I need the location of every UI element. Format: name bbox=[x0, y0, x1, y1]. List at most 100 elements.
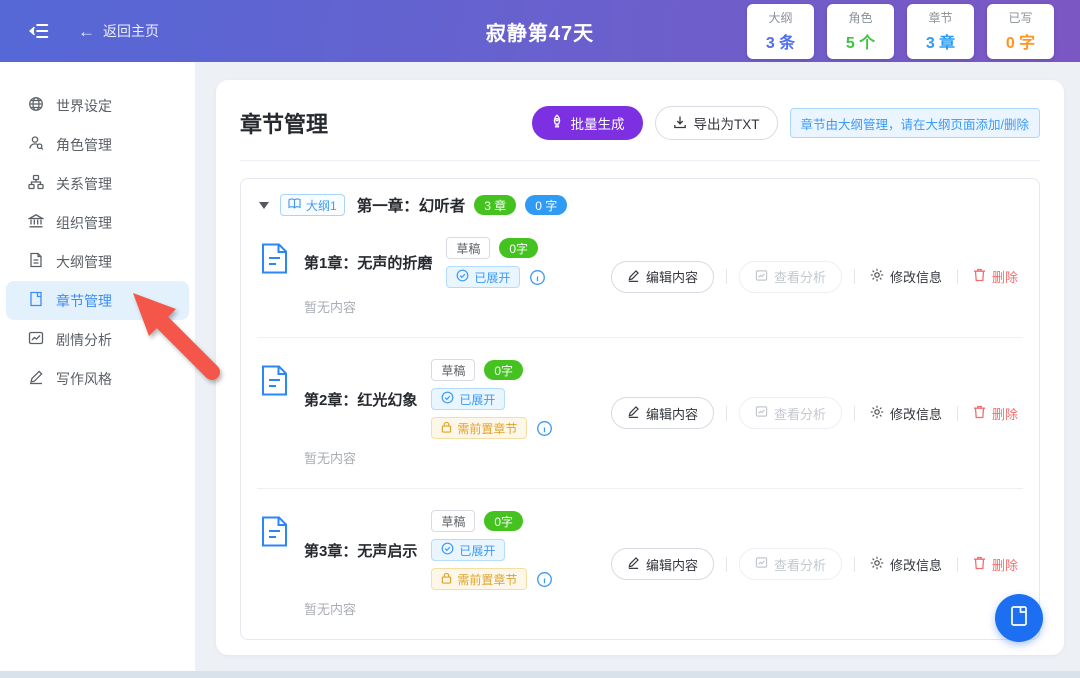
back-home-link[interactable]: ← 返回主页 bbox=[78, 21, 159, 41]
sidebar-item-plot-analysis[interactable]: 剧情分析 bbox=[6, 320, 189, 359]
info-icon[interactable] bbox=[536, 571, 553, 588]
globe-icon bbox=[28, 96, 44, 115]
modify-info-label: 修改信息 bbox=[890, 555, 942, 574]
nodes-icon bbox=[28, 174, 44, 193]
modify-info-label: 修改信息 bbox=[890, 267, 942, 286]
delete-button[interactable]: 删除 bbox=[970, 555, 1021, 574]
page-icon bbox=[28, 291, 44, 310]
stat-label: 角色 bbox=[848, 9, 872, 26]
view-analysis-button[interactable]: 查看分析 bbox=[739, 397, 842, 429]
outline-group-box: 大纲1 第一章：幻听者 3 章 0 字 第1章：无声的折磨 草稿 bbox=[240, 178, 1040, 640]
info-icon[interactable] bbox=[529, 269, 546, 286]
status-badge: 草稿 bbox=[431, 359, 475, 381]
gear-icon bbox=[870, 405, 884, 422]
word-count-pill: 0 字 bbox=[525, 195, 567, 215]
doc-fab-icon bbox=[1009, 605, 1029, 632]
chapters-managed-notice: 章节由大纲管理，请在大纲页面添加/删除 bbox=[790, 108, 1040, 138]
chapter-actions: 编辑内容 查看分析 修改信息 删除 bbox=[611, 397, 1021, 429]
status-badge: 草稿 bbox=[431, 510, 475, 532]
card-header: 章节管理 批量生成 导出为TXT 章节由大纲管理，请在大纲页面添加/删除 bbox=[240, 106, 1040, 140]
chapter-actions: 编辑内容 查看分析 修改信息 删除 bbox=[611, 261, 1021, 293]
expanded-label: 已展开 bbox=[474, 269, 510, 286]
pen-icon bbox=[627, 556, 640, 572]
chapter-actions: 编辑内容 查看分析 修改信息 删除 bbox=[611, 548, 1021, 580]
stat-card-outline: 大纲 3 条 bbox=[747, 4, 814, 59]
stat-value: 0 字 bbox=[1006, 29, 1035, 53]
modify-info-button[interactable]: 修改信息 bbox=[867, 404, 945, 423]
outline-badge-label: 大纲1 bbox=[306, 197, 337, 214]
main-content-card: 章节管理 批量生成 导出为TXT 章节由大纲管理，请在大纲页面添加/删除 大 bbox=[216, 80, 1064, 655]
sidebar-item-label: 世界设定 bbox=[56, 96, 112, 116]
outline-group-header: 大纲1 第一章：幻听者 3 章 0 字 bbox=[257, 194, 1023, 216]
export-txt-button[interactable]: 导出为TXT bbox=[655, 106, 778, 140]
trash-icon bbox=[973, 556, 986, 573]
check-circle-icon bbox=[441, 391, 454, 407]
sidebar-item-characters[interactable]: 角色管理 bbox=[6, 125, 189, 164]
trash-icon bbox=[973, 268, 986, 285]
edit-content-button[interactable]: 编辑内容 bbox=[611, 397, 714, 429]
stat-card-chapters: 章节 3 章 bbox=[907, 4, 974, 59]
chapter-row: 第3章：无声启示 草稿 0字 已展开 bbox=[257, 488, 1023, 639]
expanded-badge: 已展开 bbox=[431, 539, 505, 561]
sidebar-item-outlines[interactable]: 大纲管理 bbox=[6, 242, 189, 281]
info-icon[interactable] bbox=[536, 420, 553, 437]
check-circle-icon bbox=[441, 542, 454, 558]
chapter-title: 第2章：红光幻象 bbox=[304, 389, 417, 410]
edit-content-button[interactable]: 编辑内容 bbox=[611, 548, 714, 580]
batch-generate-button[interactable]: 批量生成 bbox=[532, 106, 643, 140]
sidebar-item-organizations[interactable]: 组织管理 bbox=[6, 203, 189, 242]
sidebar-item-label: 剧情分析 bbox=[56, 330, 112, 350]
expanded-badge: 已展开 bbox=[431, 388, 505, 410]
view-analysis-button[interactable]: 查看分析 bbox=[739, 548, 842, 580]
sidebar-item-label: 大纲管理 bbox=[56, 252, 112, 272]
chapter-doc-icon bbox=[261, 243, 288, 279]
delete-button[interactable]: 删除 bbox=[970, 267, 1021, 286]
lock-icon bbox=[441, 572, 452, 587]
wordcount-badge: 0字 bbox=[484, 511, 523, 531]
delete-button[interactable]: 删除 bbox=[970, 404, 1021, 423]
sidebar-item-writing-style[interactable]: 写作风格 bbox=[6, 359, 189, 398]
book-icon bbox=[288, 198, 301, 212]
pen-icon bbox=[627, 405, 640, 421]
edit-content-button[interactable]: 编辑内容 bbox=[611, 261, 714, 293]
sidebar-item-chapters[interactable]: 章节管理 bbox=[6, 281, 189, 320]
chapter-doc-icon bbox=[261, 516, 288, 552]
trash-icon bbox=[973, 405, 986, 422]
fold-icon[interactable] bbox=[28, 19, 52, 43]
chapter-row: 第2章：红光幻象 草稿 0字 已展开 bbox=[257, 337, 1023, 488]
edit-content-label: 编辑内容 bbox=[646, 267, 698, 286]
divider bbox=[854, 406, 855, 421]
view-analysis-label: 查看分析 bbox=[774, 555, 826, 574]
back-home-label: 返回主页 bbox=[103, 21, 159, 41]
status-badge: 草稿 bbox=[446, 237, 490, 259]
check-circle-icon bbox=[456, 269, 469, 285]
outline-badge: 大纲1 bbox=[280, 194, 345, 216]
person-icon bbox=[28, 135, 44, 154]
view-analysis-button[interactable]: 查看分析 bbox=[739, 261, 842, 293]
stats-row: 大纲 3 条 角色 5 个 章节 3 章 已写 0 字 bbox=[747, 4, 1054, 59]
wordcount-badge: 0字 bbox=[499, 238, 538, 258]
chart-icon bbox=[28, 330, 44, 349]
sidebar-item-relations[interactable]: 关系管理 bbox=[6, 164, 189, 203]
document-icon bbox=[28, 252, 44, 271]
stat-label: 大纲 bbox=[768, 9, 792, 26]
view-analysis-label: 查看分析 bbox=[774, 267, 826, 286]
sidebar-item-world[interactable]: 世界设定 bbox=[6, 86, 189, 125]
divider bbox=[957, 269, 958, 284]
stat-value: 3 章 bbox=[926, 29, 955, 53]
expanded-label: 已展开 bbox=[459, 542, 495, 559]
delete-label: 删除 bbox=[992, 555, 1018, 574]
topbar: ← 返回主页 寂静第47天 大纲 3 条 角色 5 个 章节 3 章 已写 0 … bbox=[0, 0, 1080, 62]
edit-content-label: 编辑内容 bbox=[646, 404, 698, 423]
divider bbox=[854, 557, 855, 572]
floating-document-button[interactable] bbox=[995, 594, 1043, 642]
stat-label: 章节 bbox=[928, 9, 952, 26]
modify-info-button[interactable]: 修改信息 bbox=[867, 555, 945, 574]
sidebar-item-label: 关系管理 bbox=[56, 174, 112, 194]
sidebar-item-label: 章节管理 bbox=[56, 291, 112, 311]
outline-group-title: 第一章：幻听者 bbox=[357, 194, 466, 216]
prerequisite-badge: 需前置章节 bbox=[431, 568, 527, 590]
collapse-caret-icon[interactable] bbox=[259, 202, 269, 209]
modify-info-label: 修改信息 bbox=[890, 404, 942, 423]
modify-info-button[interactable]: 修改信息 bbox=[867, 267, 945, 286]
